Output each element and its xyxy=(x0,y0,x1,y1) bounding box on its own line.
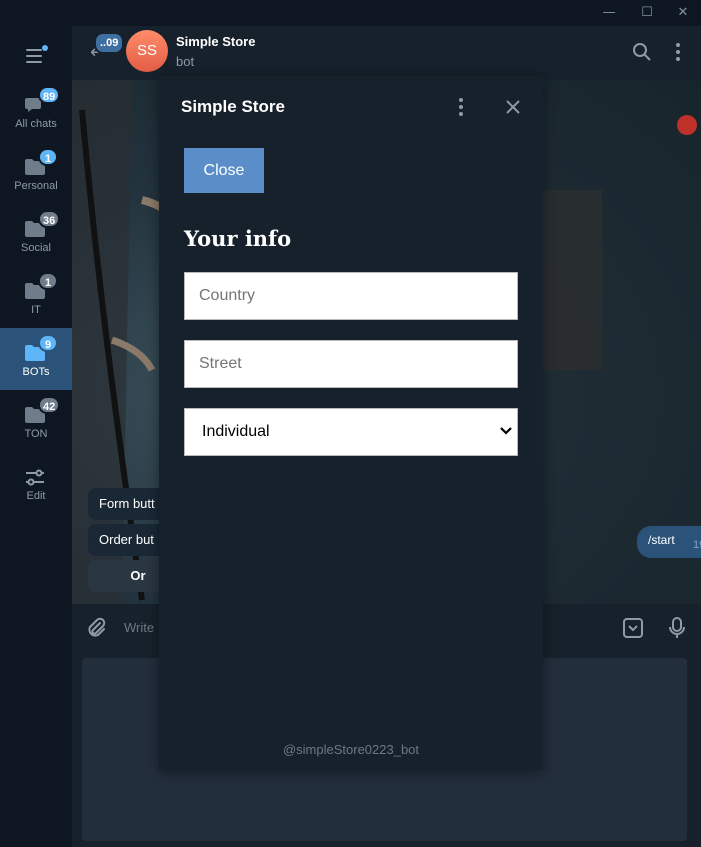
avatar[interactable]: SS xyxy=(126,30,168,72)
chat-title[interactable]: Simple Store xyxy=(176,34,255,49)
unread-badge: 42 xyxy=(38,396,61,414)
bot-username: @simpleStore0223_bot xyxy=(282,742,420,757)
folder-label: Social xyxy=(21,242,51,254)
select-value: Individual xyxy=(202,423,270,440)
folder-label: All chats xyxy=(15,118,57,130)
folder-label: Edit xyxy=(26,490,46,502)
folder-bots[interactable]: 9 BOTs xyxy=(0,328,72,390)
folder-label: TON xyxy=(24,428,48,440)
folder-ton[interactable]: 42 TON xyxy=(0,390,72,452)
more-vertical-icon[interactable] xyxy=(668,42,688,62)
paperclip-icon[interactable] xyxy=(84,616,108,640)
maximize-button[interactable]: ☐ xyxy=(638,4,656,22)
webapp-popup: Simple Store Close Your info Country Str… xyxy=(159,76,543,770)
chat-header: ← ..09 SS Simple Store bot xyxy=(72,26,701,80)
folder-label: Personal xyxy=(14,180,58,192)
folder-label: BOTs xyxy=(22,366,50,378)
chat-subtitle: bot xyxy=(176,54,195,69)
sliders-icon xyxy=(26,469,44,486)
search-icon[interactable] xyxy=(632,42,652,62)
notification-dot xyxy=(42,45,48,51)
folder-personal[interactable]: 1 Personal xyxy=(0,142,72,204)
unread-badge: 1 xyxy=(38,272,58,290)
unread-badge: 89 xyxy=(38,86,61,104)
folder-all-chats[interactable]: 89 All chats xyxy=(0,80,72,142)
folder-label: IT xyxy=(31,304,41,316)
back-unread-badge: ..09 xyxy=(94,32,125,54)
unread-badge: 9 xyxy=(38,334,58,352)
webapp-title: Simple Store xyxy=(181,97,285,116)
bot-keyboard-icon[interactable] xyxy=(621,616,645,640)
unread-badge: 36 xyxy=(38,210,61,228)
unread-badge: 1 xyxy=(38,148,58,166)
message-text[interactable]: /start xyxy=(648,533,675,547)
main-menu-button[interactable] xyxy=(24,45,48,65)
microphone-icon[interactable] xyxy=(665,616,689,640)
chevron-down-icon xyxy=(500,427,512,435)
minimize-button[interactable]: — xyxy=(600,4,618,22)
folder-social[interactable]: 36 Social xyxy=(0,204,72,266)
folder-sidebar: 89 All chats 1 Personal 36 Social 1 IT 9… xyxy=(0,26,72,847)
customer-type-select[interactable]: Individual xyxy=(184,408,518,456)
country-field[interactable]: Country xyxy=(184,272,518,320)
outgoing-message[interactable]: /start 19:55 ✓✓ xyxy=(637,526,701,558)
message-input[interactable]: Write xyxy=(124,620,154,635)
webapp-close-icon[interactable] xyxy=(503,96,523,118)
message-time: 19:55 xyxy=(693,539,701,551)
folder-it[interactable]: 1 IT xyxy=(0,266,72,328)
window-titlebar: — ☐ ✕ xyxy=(0,0,701,26)
close-button[interactable]: Close xyxy=(184,148,264,193)
webapp-more-icon[interactable] xyxy=(452,96,470,118)
folder-edit[interactable]: Edit xyxy=(0,452,72,514)
street-field[interactable]: Street xyxy=(184,340,518,388)
close-window-button[interactable]: ✕ xyxy=(674,4,692,22)
section-heading: Your info xyxy=(184,226,292,251)
